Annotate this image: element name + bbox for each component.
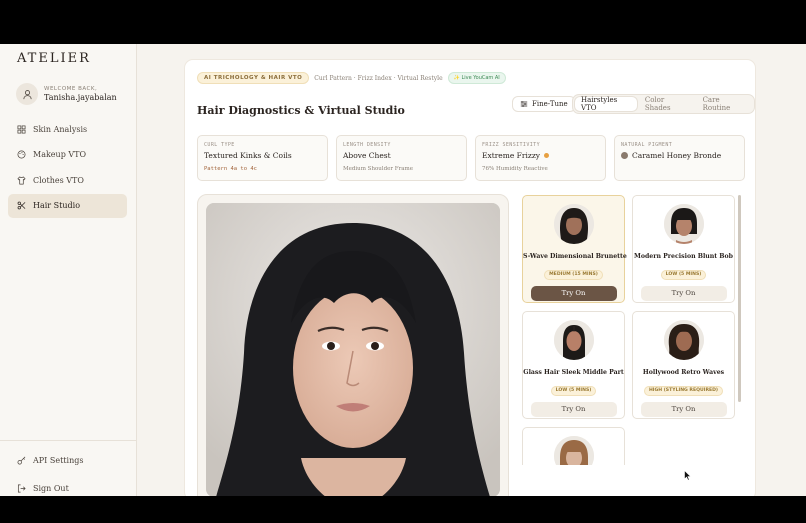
style-name: S-Wave Dimensional Brunette: [523, 253, 627, 260]
style-thumbnail: [663, 204, 704, 244]
grid-icon: [17, 125, 26, 133]
style-card[interactable]: Glass Hair Sleek Middle Part LOW (5 MINS…: [522, 311, 625, 419]
hair-studio-panel: AI TRICHOLOGY & HAIR VTO Curl Pattern · …: [185, 60, 755, 496]
stat-frizz-sensitivity: FRIZZ SENSITIVITY Extreme Frizzy 76% Hum…: [475, 135, 606, 181]
try-on-button[interactable]: Try On: [640, 401, 727, 417]
logout-icon: [17, 484, 26, 492]
sidebar-item-clothes-vto[interactable]: Clothes VTO: [8, 168, 127, 192]
stat-sub: 76% Humidity Reactive: [482, 166, 548, 172]
sidebar-item-label: Skin Analysis: [33, 124, 88, 134]
section-subline: Curl Pattern · Frizz Index · Virtual Res…: [314, 74, 443, 82]
sidebar-nav: Skin Analysis Makeup VTO Clothes VTO Hai…: [8, 117, 127, 219]
brand-logo: ATELIER: [17, 51, 91, 66]
view-tabs: Hairstyles VTO Color Shades Care Routine: [572, 94, 755, 114]
effort-badge: MEDIUM (15 MINS): [544, 269, 603, 280]
stat-label: NATURAL PIGMENT: [621, 142, 673, 148]
sign-out-label: Sign Out: [33, 483, 69, 493]
style-name: Hollywood Retro Waves: [642, 369, 725, 376]
scissors-icon: [17, 201, 26, 210]
stat-value: Above Chest: [343, 151, 391, 160]
frizz-indicator-dot: [544, 153, 550, 158]
sliders-icon: [520, 101, 528, 107]
style-card[interactable]: Hollywood Retro Waves HIGH (STYLING REQU…: [632, 311, 735, 419]
style-name: Modern Precision Blunt Bob: [633, 253, 733, 260]
stat-sub: Medium Shoulder Frame: [343, 166, 413, 172]
stat-length-density: LENGTH DENSITY Above Chest Medium Should…: [336, 135, 467, 181]
tab-color-shades[interactable]: Color Shades: [639, 96, 695, 112]
mouse-cursor-icon: [684, 470, 692, 481]
style-card[interactable]: S-Wave Dimensional Brunette MEDIUM (15 M…: [522, 195, 627, 303]
palette-icon: [17, 150, 26, 159]
sidebar: ATELIER WELCOME BACK, Tanisha.jayabalan …: [0, 44, 137, 496]
user-profile[interactable]: WELCOME BACK, Tanisha.jayabalan: [16, 83, 117, 105]
style-card[interactable]: Modern Precision Blunt Bob LOW (5 MINS) …: [632, 195, 735, 303]
key-icon: [17, 456, 26, 464]
fine-tune-label: Fine-Tune: [532, 100, 568, 108]
user-avatar-icon: [16, 83, 38, 105]
try-on-button[interactable]: Try On: [530, 285, 617, 301]
sidebar-item-label: Hair Studio: [33, 201, 81, 211]
sidebar-item-hair-studio[interactable]: Hair Studio: [8, 193, 127, 218]
style-thumbnail: [663, 320, 704, 360]
shirt-icon: [17, 176, 26, 185]
sidebar-item-label: Makeup VTO: [33, 150, 87, 160]
tab-hairstyles-vto[interactable]: Hairstyles VTO: [575, 96, 637, 112]
stat-value: Extreme Frizzy: [482, 151, 599, 160]
user-portrait-photo[interactable]: [206, 203, 500, 496]
welcome-label: WELCOME BACK,: [44, 86, 98, 92]
sidebar-footer: API Settings Sign Out: [0, 440, 137, 496]
bottom-letterbox: [0, 496, 806, 523]
stat-label: FRIZZ SENSITIVITY: [482, 142, 540, 148]
diagnostic-stats: CURL TYPE Textured Kinks & Coils Pattern…: [197, 135, 745, 181]
live-badge: ✨ Live YouCam AI: [447, 72, 506, 84]
stat-sub: Pattern 4a to 4c: [204, 166, 257, 172]
page-title: Hair Diagnostics & Virtual Studio: [197, 104, 405, 117]
effort-badge: LOW (5 MINS): [550, 385, 597, 396]
stat-value: Caramel Honey Bronde: [621, 151, 738, 160]
sidebar-item-makeup-vto[interactable]: Makeup VTO: [8, 143, 127, 167]
pigment-swatch: [621, 152, 628, 159]
stat-label: LENGTH DENSITY: [343, 142, 391, 148]
style-thumbnail: [553, 320, 594, 360]
api-settings-label: API Settings: [33, 455, 84, 465]
style-thumbnail: [553, 436, 594, 465]
effort-badge: LOW (5 MINS): [660, 269, 707, 280]
style-list-scrollbar[interactable]: [738, 195, 741, 402]
tab-care-routine[interactable]: Care Routine: [697, 96, 752, 112]
style-card[interactable]: [522, 427, 625, 465]
top-letterbox: [0, 0, 806, 44]
try-on-button[interactable]: Try On: [640, 285, 727, 301]
style-name: Glass Hair Sleek Middle Part: [523, 369, 624, 376]
header-tags: AI TRICHOLOGY & HAIR VTO Curl Pattern · …: [197, 72, 506, 84]
sidebar-item-label: Clothes VTO: [33, 175, 84, 185]
effort-badge: HIGH (STYLING REQUIRED): [643, 385, 724, 396]
section-tag: AI TRICHOLOGY & HAIR VTO: [197, 72, 310, 84]
fine-tune-button[interactable]: Fine-Tune: [512, 96, 576, 112]
hairstyle-grid: S-Wave Dimensional Brunette MEDIUM (15 M…: [522, 195, 742, 465]
try-on-button[interactable]: Try On: [530, 401, 617, 417]
stat-label: CURL TYPE: [204, 142, 235, 148]
portrait-frame: [197, 194, 509, 496]
api-settings-link[interactable]: API Settings: [0, 453, 137, 467]
stat-curl-type: CURL TYPE Textured Kinks & Coils Pattern…: [197, 135, 328, 181]
stat-natural-pigment: NATURAL PIGMENT Caramel Honey Bronde: [614, 135, 745, 181]
app-window: ATELIER WELCOME BACK, Tanisha.jayabalan …: [0, 44, 806, 496]
sign-out-link[interactable]: Sign Out: [0, 481, 137, 495]
style-thumbnail: [553, 204, 594, 244]
stat-value: Textured Kinks & Coils: [204, 151, 292, 160]
sidebar-item-skin-analysis[interactable]: Skin Analysis: [8, 117, 127, 141]
user-name: Tanisha.jayabalan: [44, 93, 117, 102]
